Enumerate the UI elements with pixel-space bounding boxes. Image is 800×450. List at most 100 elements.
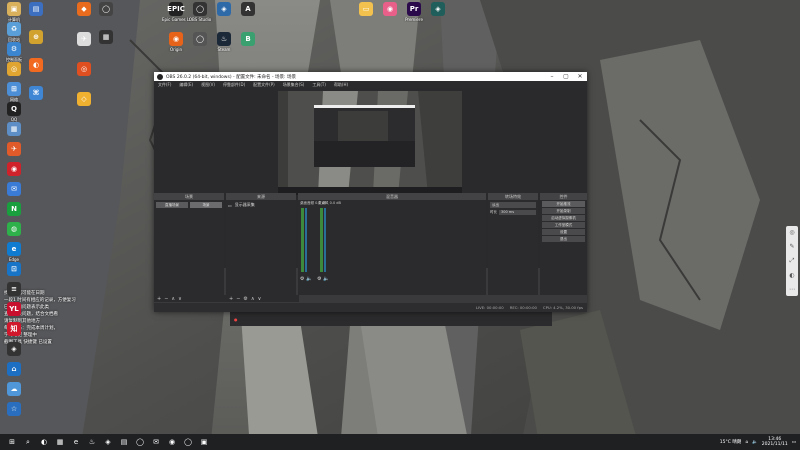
- move-down-icon[interactable]: ∨: [178, 296, 182, 302]
- desktop-icon[interactable]: ◐: [22, 58, 50, 86]
- speaker-icon[interactable]: 🔈: [306, 276, 312, 282]
- obs-menubar: 文件(F) 编辑(E) 视图(V) 停靠部件(D) 配置文件(P) 场景集合(S) 工具(T…: [154, 81, 587, 88]
- taskbar-app-icon[interactable]: ▦: [54, 436, 66, 448]
- desktop-icon[interactable]: ▦: [92, 30, 120, 58]
- obs-window[interactable]: OBS 26.0.2 (64-bit, windows) - 配置文件: 未命名…: [154, 72, 587, 312]
- source-item[interactable]: 显示器采集: [235, 202, 255, 208]
- desktop-icon[interactable]: ☆: [0, 402, 28, 430]
- app-icon: ◉: [383, 2, 397, 16]
- sources-footer: + − ⚙ ∧ ∨: [226, 295, 299, 302]
- taskbar-app-icon[interactable]: ⌕: [22, 436, 34, 448]
- taskbar-app-icon[interactable]: ◉: [166, 436, 178, 448]
- app-icon: ⊞: [7, 82, 21, 96]
- desktop-icon[interactable]: ⌘: [22, 86, 50, 114]
- sources-dock: ▭ 显示器采集: [226, 200, 296, 295]
- menu-item[interactable]: 视图(V): [197, 82, 219, 88]
- desktop-icon[interactable]: A: [234, 2, 262, 30]
- control-button[interactable]: 工作室模式: [542, 222, 585, 228]
- taskbar-app-icon[interactable]: ◈: [102, 436, 114, 448]
- tool-icon[interactable]: ✎: [789, 243, 794, 250]
- app-icon: ⌘: [29, 86, 43, 100]
- notification-icon: ●: [234, 316, 238, 322]
- taskbar-app-icon[interactable]: ◯: [182, 436, 194, 448]
- app-icon: ✉: [7, 182, 21, 196]
- desktop-icon[interactable]: ◯: [92, 2, 120, 30]
- app-icon: e: [7, 242, 21, 256]
- app-icon: EPIC: [167, 2, 185, 16]
- move-up-icon[interactable]: ∧: [251, 296, 255, 302]
- floating-toolbar: ◎ ✎ ⤢ ◐ ⋯: [786, 226, 798, 296]
- app-icon: ☆: [7, 402, 21, 416]
- desktop-icon[interactable]: ◈: [424, 2, 452, 30]
- menu-item[interactable]: 帮助(H): [330, 82, 352, 88]
- menu-item[interactable]: 工具(T): [308, 82, 330, 88]
- taskbar: ⊞ ⌕ ◐ ▦ e ♨ ◈ ▤ ◯ ✉ ◉ ◯ ▣ 15°C 晴朗 ⌂ 🔈 13:46 2021/11/…: [0, 434, 800, 450]
- monitor-icon: ▭: [228, 202, 232, 208]
- control-button[interactable]: 启动虚拟摄像机: [542, 215, 585, 221]
- move-down-icon[interactable]: ∨: [258, 296, 262, 302]
- menu-item[interactable]: 编辑(E): [175, 82, 197, 88]
- tool-icon[interactable]: ◐: [789, 272, 794, 279]
- taskbar-app-icon[interactable]: ◐: [38, 436, 50, 448]
- obs-preview-canvas[interactable]: [278, 91, 462, 195]
- taskbar-app-icon[interactable]: ✉: [150, 436, 162, 448]
- remove-scene-icon[interactable]: −: [164, 296, 168, 302]
- menu-item[interactable]: 配置文件(P): [249, 82, 279, 88]
- close-icon[interactable]: ✕: [573, 73, 587, 80]
- control-button[interactable]: 开始录制: [542, 208, 585, 214]
- taskbar-app-icon[interactable]: ◯: [134, 436, 146, 448]
- control-button[interactable]: 设置: [542, 229, 585, 235]
- network-icon[interactable]: ⌂: [745, 440, 748, 445]
- tool-icon[interactable]: ⤢: [790, 257, 795, 265]
- desktop-icon[interactable]: ◎: [70, 62, 98, 90]
- taskbar-app-icon[interactable]: ⊞: [6, 436, 18, 448]
- control-button[interactable]: 退出: [542, 236, 585, 242]
- mixer-icons: ⚙ 🔈 ⚙ 🔈: [300, 276, 329, 282]
- app-icon: A: [241, 2, 255, 16]
- clock[interactable]: 13:46 2021/11/11: [762, 437, 788, 447]
- tool-icon[interactable]: ⋯: [789, 286, 795, 293]
- move-up-icon[interactable]: ∧: [171, 296, 175, 302]
- scene-item[interactable]: 直播场景: [156, 202, 188, 208]
- volume-slider[interactable]: [324, 208, 326, 272]
- scene-item-selected[interactable]: 场景: [190, 202, 222, 208]
- live-status: LIVE: 00:00:00: [475, 305, 504, 310]
- taskbar-app-icon[interactable]: ▣: [198, 436, 210, 448]
- system-tray: 15°C 晴朗 ⌂ 🔈 13:46 2021/11/11 ▭: [720, 434, 796, 450]
- add-scene-icon[interactable]: +: [157, 296, 161, 302]
- taskbar-app-icon[interactable]: e: [70, 436, 82, 448]
- maximize-icon[interactable]: ▢: [559, 73, 573, 80]
- weather-indicator[interactable]: 15°C 晴朗: [720, 439, 742, 445]
- menu-item[interactable]: 文件(F): [154, 82, 175, 88]
- duration-input[interactable]: 300 ms: [499, 210, 536, 215]
- taskbar-app-icon[interactable]: ♨: [86, 436, 98, 448]
- minimize-icon[interactable]: –: [545, 73, 559, 80]
- desktop-icon[interactable]: ▤: [22, 2, 50, 30]
- app-icon: YL: [7, 302, 21, 316]
- app-icon: ◉: [7, 162, 21, 176]
- obs-titlebar[interactable]: OBS 26.0.2 (64-bit, windows) - 配置文件: 未命名…: [154, 72, 587, 81]
- notifications-icon[interactable]: ▭: [792, 440, 796, 445]
- volume-icon[interactable]: 🔈: [752, 440, 758, 445]
- source-settings-icon[interactable]: ⚙: [243, 296, 247, 302]
- control-button[interactable]: 开始推流: [542, 201, 585, 207]
- volume-meter: [301, 208, 304, 272]
- app-icon: ▤: [29, 2, 43, 16]
- desktop-icon[interactable]: ◇: [70, 92, 98, 120]
- tool-icon[interactable]: ◎: [789, 229, 794, 236]
- desktop-icon[interactable]: ⊕: [22, 30, 50, 58]
- gear-icon[interactable]: ⚙: [300, 276, 304, 282]
- gear-icon[interactable]: ⚙: [317, 276, 321, 282]
- scenes-footer: + − ∧ ∨: [154, 295, 227, 302]
- taskbar-app-icon[interactable]: ▤: [118, 436, 130, 448]
- menu-item[interactable]: 停靠部件(D): [219, 82, 249, 88]
- volume-slider[interactable]: [305, 208, 307, 272]
- app-icon: ◎: [77, 62, 91, 76]
- menu-item[interactable]: 场景集合(S): [279, 82, 309, 88]
- app-icon: ✈: [77, 32, 91, 46]
- desktop-icon[interactable]: B: [234, 32, 262, 60]
- speaker-icon[interactable]: 🔈: [323, 276, 329, 282]
- remove-source-icon[interactable]: −: [236, 296, 240, 302]
- transition-select[interactable]: 淡出: [490, 202, 536, 208]
- add-source-icon[interactable]: +: [229, 296, 233, 302]
